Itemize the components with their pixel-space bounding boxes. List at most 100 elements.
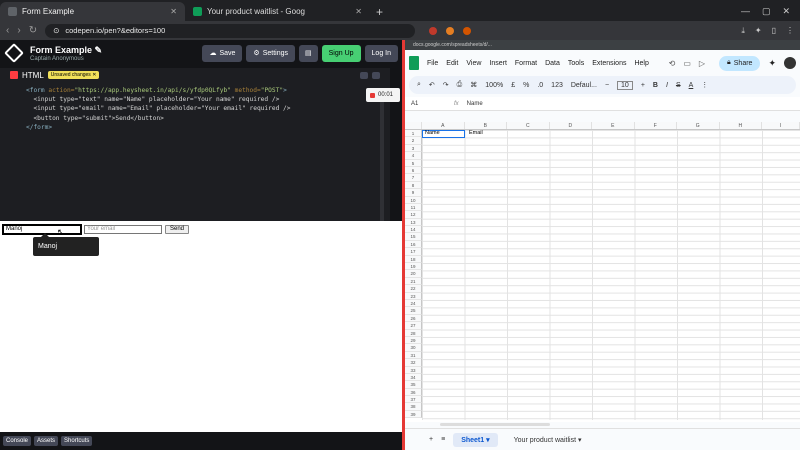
- row-header[interactable]: 12: [405, 211, 422, 219]
- menu-view[interactable]: View: [466, 60, 481, 67]
- strikethrough-icon[interactable]: S: [676, 82, 681, 89]
- send-button[interactable]: Send: [165, 225, 190, 234]
- column-header[interactable]: F: [635, 122, 677, 129]
- puzzle-icon[interactable]: ✦: [755, 26, 762, 36]
- paint-format-icon[interactable]: ⌘: [470, 81, 477, 89]
- back-icon[interactable]: ‹: [6, 25, 9, 36]
- layout-button[interactable]: ▤: [299, 44, 318, 62]
- gemini-icon[interactable]: ✦: [768, 58, 776, 69]
- email-input[interactable]: Your email: [84, 225, 162, 234]
- row-header[interactable]: 29: [405, 336, 422, 345]
- row-header[interactable]: 14: [405, 226, 422, 234]
- sheet-tab-waitlist[interactable]: Your product waitlist ▾: [506, 433, 590, 447]
- decimal-button[interactable]: .0: [537, 82, 543, 89]
- font-size-plus[interactable]: +: [641, 82, 645, 89]
- spreadsheet-grid[interactable]: A B C D E F G H I 1 2 3 4 5 6 7 8 9 10 11 12 13 14 15 1…: [405, 122, 800, 422]
- row-header[interactable]: 33: [405, 366, 422, 374]
- row-header[interactable]: 11: [405, 203, 422, 212]
- row-header[interactable]: 38: [405, 403, 422, 411]
- row-header[interactable]: 25: [405, 307, 422, 315]
- edit-pencil-icon[interactable]: ✎: [95, 45, 103, 55]
- column-header[interactable]: C: [507, 122, 550, 129]
- row-header[interactable]: 27: [405, 322, 422, 330]
- row-header[interactable]: 23: [405, 292, 422, 300]
- code-content[interactable]: <form action="https://app.heysheet.in/ap…: [0, 82, 390, 132]
- row-header[interactable]: 16: [405, 240, 422, 249]
- print-icon[interactable]: ⎙: [457, 81, 463, 89]
- address-bar[interactable]: ⊙ codepen.io/pen?&editors=100: [45, 23, 416, 38]
- row-header[interactable]: 1: [405, 130, 422, 138]
- autofill-tooltip[interactable]: Manoj: [33, 233, 99, 256]
- share-button[interactable]: 🔒︎ Share: [719, 55, 761, 71]
- undo-icon[interactable]: ↶: [429, 81, 435, 89]
- new-tab-icon[interactable]: +: [370, 5, 389, 21]
- more-icon[interactable]: ⋮: [701, 81, 708, 89]
- avatar[interactable]: [784, 57, 796, 69]
- percent-button[interactable]: %: [523, 82, 529, 89]
- column-header[interactable]: A: [422, 122, 465, 129]
- sheets-url-bar[interactable]: docs.google.com/spreadsheets/d/...: [405, 40, 800, 50]
- font-select[interactable]: Defaul...: [571, 82, 597, 89]
- collapse-icon[interactable]: [372, 71, 380, 79]
- name-box[interactable]: A1: [411, 101, 446, 107]
- menu-insert[interactable]: Insert: [489, 60, 507, 67]
- menu-extensions[interactable]: Extensions: [592, 60, 626, 67]
- row-header[interactable]: 24: [405, 299, 422, 308]
- extension-icon[interactable]: [429, 26, 438, 35]
- tab-product-waitlist[interactable]: Your product waitlist - Goog ✕: [185, 2, 370, 21]
- save-button[interactable]: ☁ Save: [202, 44, 243, 62]
- row-header[interactable]: 21: [405, 277, 422, 286]
- menu-format[interactable]: Format: [515, 60, 537, 67]
- redo-icon[interactable]: ↷: [443, 81, 449, 89]
- codepen-logo-icon[interactable]: [4, 43, 24, 63]
- formula-input[interactable]: Name: [467, 101, 483, 107]
- row-header[interactable]: 7: [405, 174, 422, 182]
- number-format-button[interactable]: 123: [551, 82, 563, 89]
- row-header[interactable]: 22: [405, 285, 422, 293]
- recording-indicator[interactable]: 00:01: [366, 88, 400, 102]
- sheets-logo-icon[interactable]: [409, 56, 419, 70]
- cell-a1[interactable]: Name: [422, 130, 465, 138]
- extension-icon[interactable]: [446, 26, 455, 35]
- row-header[interactable]: 10: [405, 196, 422, 204]
- row-header[interactable]: 35: [405, 381, 422, 389]
- row-header[interactable]: 32: [405, 359, 422, 367]
- column-header[interactable]: H: [720, 122, 762, 129]
- row-header[interactable]: 4: [405, 152, 422, 160]
- cell-b1[interactable]: Email: [467, 130, 509, 138]
- close-tab-icon[interactable]: ✕: [355, 7, 362, 16]
- menu-help[interactable]: Help: [634, 60, 648, 67]
- column-header[interactable]: B: [465, 122, 507, 129]
- menu-tools[interactable]: Tools: [568, 60, 584, 67]
- row-header[interactable]: 2: [405, 137, 422, 145]
- row-header[interactable]: 18: [405, 255, 422, 264]
- row-header[interactable]: 19: [405, 263, 422, 271]
- menu-icon[interactable]: ⋮: [786, 26, 794, 36]
- forward-icon[interactable]: ›: [17, 25, 20, 36]
- editor-settings-icon[interactable]: [360, 71, 368, 79]
- settings-button[interactable]: ⚙ Settings: [246, 44, 295, 62]
- row-header[interactable]: 5: [405, 159, 422, 167]
- all-sheets-icon[interactable]: ≡: [441, 436, 445, 443]
- row-header[interactable]: 15: [405, 233, 422, 241]
- currency-button[interactable]: £: [511, 82, 515, 89]
- stop-record-icon[interactable]: [370, 92, 375, 98]
- search-icon[interactable]: ⌕: [417, 81, 421, 89]
- bold-icon[interactable]: B: [653, 82, 658, 89]
- row-header[interactable]: 26: [405, 314, 422, 323]
- font-size-minus[interactable]: −: [605, 82, 609, 89]
- row-header[interactable]: 34: [405, 373, 422, 382]
- signup-button[interactable]: Sign Up: [321, 44, 361, 62]
- row-header[interactable]: 39: [405, 410, 422, 419]
- row-header[interactable]: 13: [405, 218, 422, 227]
- maximize-icon[interactable]: ▢: [762, 6, 771, 17]
- close-window-icon[interactable]: ✕: [782, 6, 790, 17]
- menu-file[interactable]: File: [427, 60, 438, 67]
- add-sheet-icon[interactable]: +: [429, 436, 433, 443]
- history-icon[interactable]: ⟲: [669, 59, 676, 68]
- font-size-input[interactable]: 10: [617, 80, 633, 90]
- site-info-icon[interactable]: ⊙: [53, 26, 59, 35]
- menu-edit[interactable]: Edit: [446, 60, 458, 67]
- assets-button[interactable]: Assets: [34, 436, 59, 446]
- horizontal-scrollbar[interactable]: [440, 423, 550, 426]
